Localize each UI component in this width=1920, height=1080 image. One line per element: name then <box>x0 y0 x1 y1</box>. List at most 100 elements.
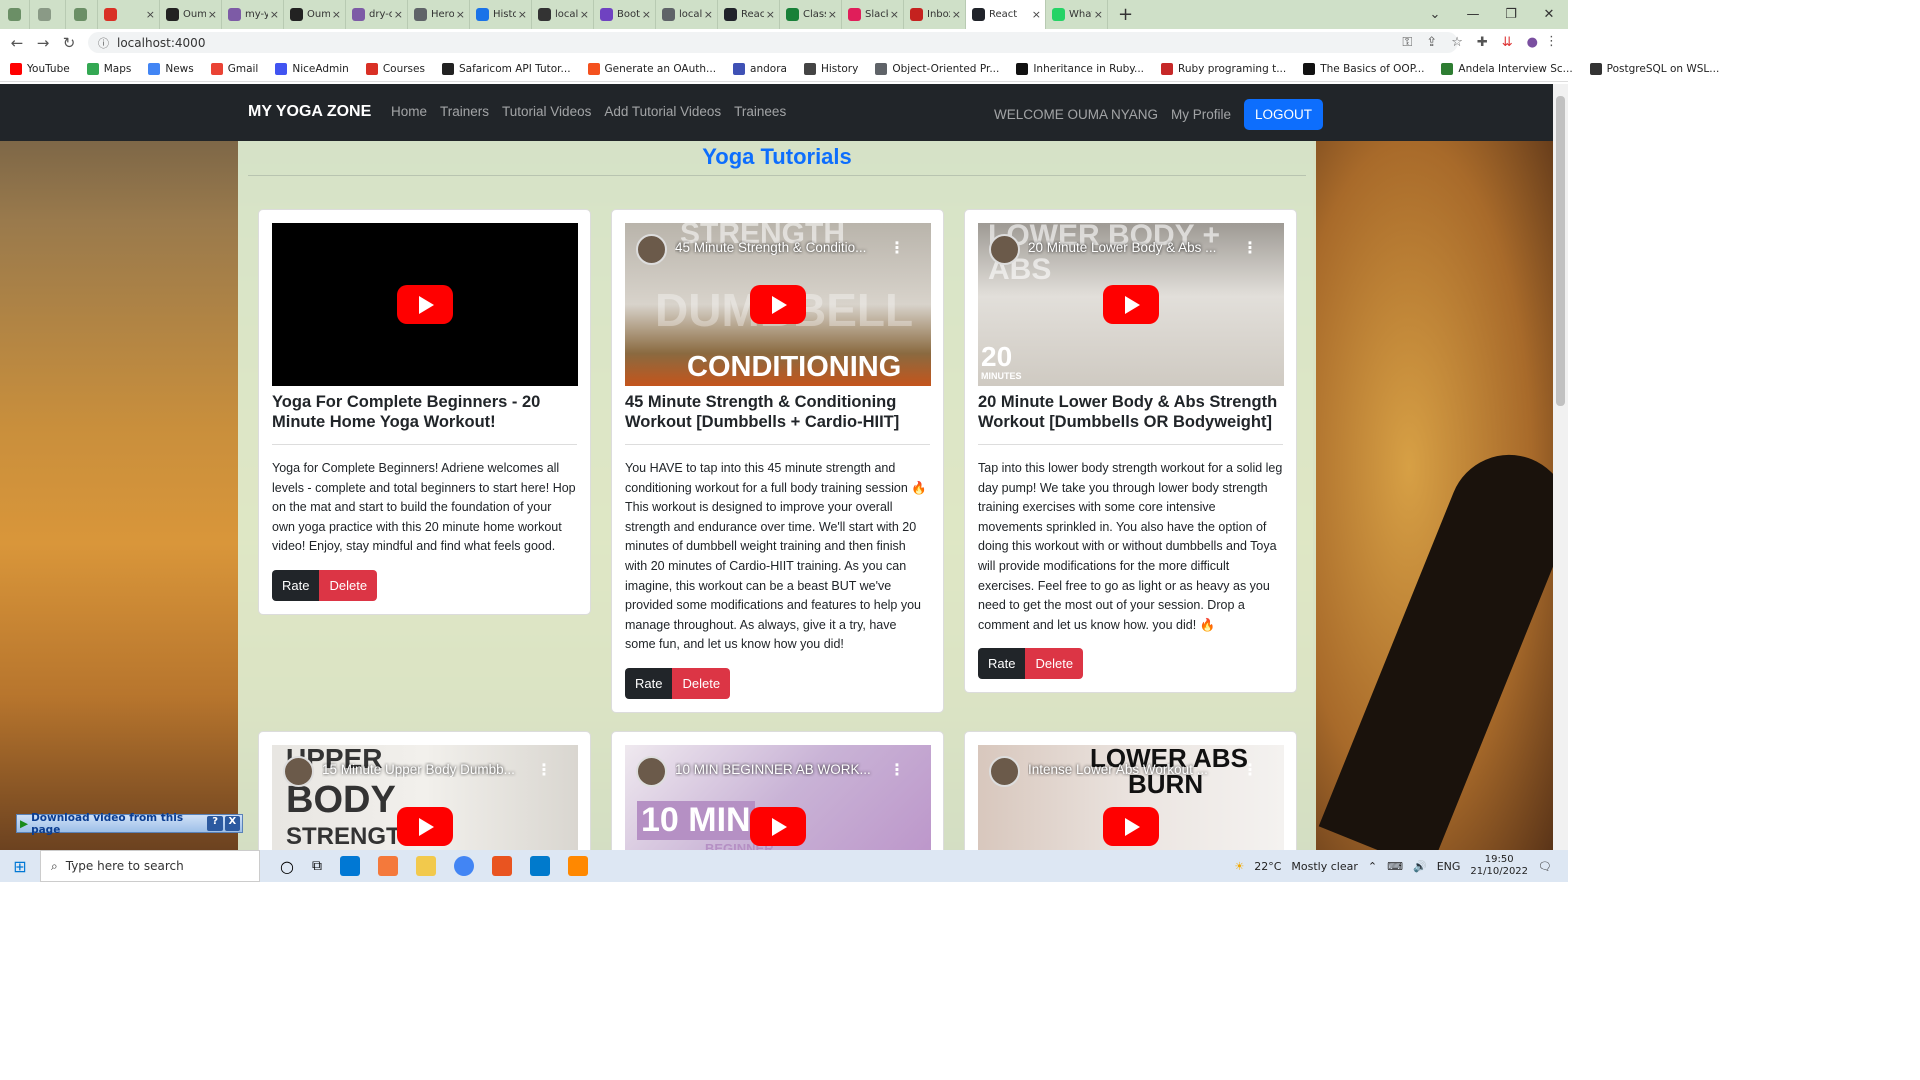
nav-link[interactable]: Tutorial Videos <box>502 104 591 119</box>
bookmark-item[interactable]: PostgreSQL on WSL... <box>1589 63 1719 75</box>
close-icon[interactable]: X <box>224 816 240 831</box>
temperature[interactable]: 22°C <box>1254 860 1281 873</box>
nav-link[interactable]: Add Tutorial Videos <box>604 104 721 119</box>
share-icon[interactable]: ⇪ <box>1426 35 1437 50</box>
video-more-icon[interactable]: ⋮ <box>1242 760 1258 779</box>
bookmark-item[interactable]: Safaricom API Tutor... <box>441 63 571 75</box>
page-scrollbar[interactable] <box>1553 84 1568 850</box>
bookmark-item[interactable]: News <box>148 63 194 75</box>
weather-text[interactable]: Mostly clear <box>1291 860 1357 873</box>
browser-tab[interactable]: Boots× <box>594 0 656 29</box>
tab-close-icon[interactable]: × <box>580 8 589 21</box>
tab-close-icon[interactable]: × <box>642 8 651 21</box>
chrome-app-icon[interactable] <box>453 856 474 876</box>
youtube-play-icon[interactable] <box>1103 807 1159 846</box>
tray-chevron-icon[interactable]: ⌃ <box>1368 860 1377 873</box>
youtube-play-icon[interactable] <box>397 807 453 846</box>
forward-button[interactable]: → <box>30 34 56 52</box>
reload-button[interactable]: ↻ <box>56 34 82 52</box>
taskbar-search[interactable]: ⌕ Type here to search <box>40 850 260 882</box>
rate-button[interactable]: Rate <box>272 569 320 601</box>
notifications-icon[interactable]: 🗨 <box>1538 860 1552 873</box>
video-embed[interactable]: UPPER BODY STRENGTH 15 Minute Upper Body… <box>272 745 578 850</box>
tab-close-icon[interactable]: × <box>952 8 961 21</box>
browser-tab[interactable]: Herok× <box>408 0 470 29</box>
tab-close-icon[interactable]: × <box>456 8 465 21</box>
video-more-icon[interactable]: ⋮ <box>1242 238 1258 257</box>
tab-close-icon[interactable]: × <box>332 8 341 21</box>
tab-close-icon[interactable]: × <box>766 8 775 21</box>
youtube-play-icon[interactable] <box>397 285 453 324</box>
browser-tab[interactable]: Histor× <box>470 0 532 29</box>
tab-close-icon[interactable]: × <box>890 8 899 21</box>
video-embed[interactable]: LOWER BODY + ABS 20 MINUTES 20 Minute Lo… <box>978 223 1284 386</box>
profile-avatar-icon[interactable]: ● <box>1527 35 1538 50</box>
browser-tab[interactable]: Ouma× <box>160 0 222 29</box>
cortana-icon[interactable]: ○ <box>280 857 294 876</box>
scrollbar-thumb[interactable] <box>1556 96 1565 406</box>
youtube-play-icon[interactable] <box>750 807 806 846</box>
tab-close-icon[interactable]: × <box>394 8 403 21</box>
tab-close-icon[interactable]: × <box>828 8 837 21</box>
delete-button[interactable]: Delete <box>319 569 378 601</box>
new-tab-button[interactable]: + <box>1118 4 1133 25</box>
browser-tab[interactable]: my-yo× <box>222 0 284 29</box>
browser-tab[interactable]: Classr× <box>780 0 842 29</box>
download-video-bar[interactable]: ▶ Download video from this page ? X <box>16 812 243 836</box>
bookmark-item[interactable]: Ruby programing t... <box>1161 63 1286 75</box>
browser-tab[interactable]: dry-co× <box>346 0 408 29</box>
youtube-play-icon[interactable] <box>1103 285 1159 324</box>
rate-button[interactable]: Rate <box>625 667 673 699</box>
browser-menu-icon[interactable]: ⋮ <box>1545 34 1558 49</box>
browser-tab[interactable]: Inbox× <box>904 0 966 29</box>
vscode-app-icon[interactable] <box>529 856 550 876</box>
language-indicator[interactable]: ENG <box>1437 860 1461 873</box>
tab-close-icon[interactable]: × <box>146 8 155 21</box>
browser-tab[interactable]: Ouma× <box>284 0 346 29</box>
tab-close-icon[interactable]: × <box>1032 8 1041 21</box>
my-profile-link[interactable]: My Profile <box>1171 107 1231 122</box>
xampp-app-icon[interactable] <box>377 856 398 876</box>
weather-icon[interactable]: ☀ <box>1234 860 1244 873</box>
bookmark-item[interactable]: Object-Oriented Pr... <box>875 63 999 75</box>
browser-tab[interactable] <box>30 0 66 29</box>
browser-tab[interactable]: React× <box>718 0 780 29</box>
browser-tab[interactable]: React× <box>966 0 1046 29</box>
close-window-button[interactable]: ✕ <box>1530 7 1568 22</box>
channel-avatar[interactable] <box>283 756 314 787</box>
nav-link[interactable]: Trainers <box>440 104 489 119</box>
video-more-icon[interactable]: ⋮ <box>889 238 905 257</box>
omnibox[interactable]: ⓘ localhost:4000 <box>88 32 1458 53</box>
network-icon[interactable]: ⌨ <box>1387 860 1403 873</box>
key-icon[interactable]: ⚿ <box>1402 35 1412 50</box>
download-extension-icon[interactable]: ⇊ <box>1502 35 1513 50</box>
video-title[interactable]: Intense Lower Abs Workout ... <box>1028 762 1258 777</box>
bookmark-item[interactable]: Andela Interview Sc... <box>1441 63 1573 75</box>
video-title[interactable]: 20 Minute Lower Body & Abs ... <box>1028 240 1258 255</box>
browser-tab[interactable] <box>0 0 30 29</box>
logout-button[interactable]: LOGOUT <box>1244 99 1324 130</box>
bookmark-item[interactable]: Generate an OAuth... <box>587 63 716 75</box>
clock[interactable]: 19:50 21/10/2022 <box>1470 854 1528 878</box>
tab-close-icon[interactable]: × <box>704 8 713 21</box>
bookmark-item[interactable]: The Basics of OOP... <box>1303 63 1424 75</box>
video-embed[interactable]: 10 MIN BEGINNER 10 MIN BEGINNER AB WORK.… <box>625 745 931 850</box>
delete-button[interactable]: Delete <box>1025 648 1084 680</box>
channel-avatar[interactable] <box>636 756 667 787</box>
video-embed[interactable]: STRENGTH DUMBBELL CONDITIONING 45 Minute… <box>625 223 931 386</box>
windows-start-icon[interactable]: ⊞ <box>0 857 40 876</box>
bookmark-item[interactable]: Gmail <box>210 63 258 75</box>
ubuntu-app-icon[interactable] <box>491 856 512 876</box>
rate-button[interactable]: Rate <box>978 648 1026 680</box>
file-explorer-icon[interactable] <box>415 856 436 876</box>
youtube-play-icon[interactable] <box>750 285 806 324</box>
browser-tab[interactable]: Whats× <box>1046 0 1108 29</box>
download-video-label[interactable]: Download video from this page <box>31 812 207 836</box>
browser-tab[interactable] <box>66 0 98 29</box>
site-info-icon[interactable]: ⓘ <box>98 35 109 51</box>
back-button[interactable]: ← <box>4 34 30 52</box>
nav-link[interactable]: Home <box>391 104 427 119</box>
tab-close-icon[interactable]: × <box>208 8 217 21</box>
mail-app-icon[interactable] <box>339 856 360 876</box>
video-title[interactable]: 10 MIN BEGINNER AB WORK... <box>675 762 905 777</box>
